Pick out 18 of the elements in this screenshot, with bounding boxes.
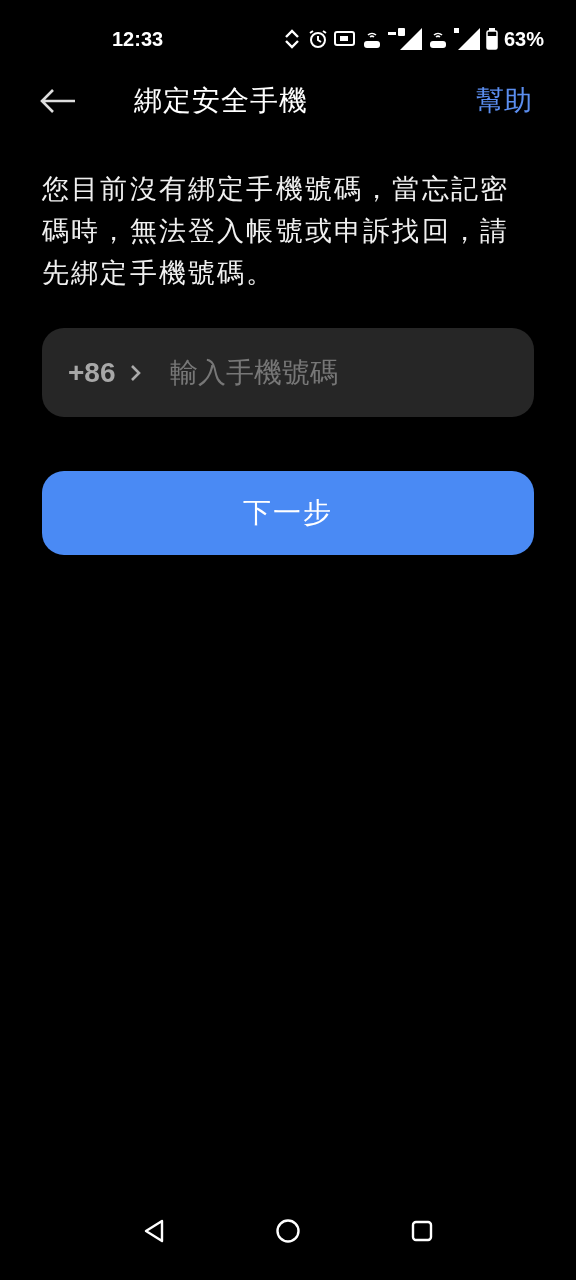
chevron-right-icon[interactable] <box>129 362 142 383</box>
back-arrow-icon <box>40 88 76 114</box>
page-title: 綁定安全手機 <box>134 83 309 119</box>
clock-time: 12:33 <box>112 27 164 51</box>
recents-nav-icon[interactable] <box>411 1220 433 1242</box>
back-nav-icon[interactable] <box>143 1219 165 1243</box>
next-button[interactable]: 下一步 <box>42 471 534 555</box>
country-code[interactable]: +86 <box>68 356 116 389</box>
alarm-icon <box>307 29 328 49</box>
signal-icon <box>453 28 480 50</box>
battery-icon <box>485 28 498 50</box>
back-button[interactable] <box>40 88 76 114</box>
help-link[interactable]: 幫助 <box>476 82 532 120</box>
phone-field[interactable]: +86 輸入手機號碼 <box>42 328 534 417</box>
signal-icon <box>387 28 422 50</box>
info-message: 您目前沒有綁定手機號碼，當忘記密碼時，無法登入帳號或申訴找回，請先綁定手機號碼。 <box>42 172 511 290</box>
home-nav-icon[interactable] <box>275 1218 301 1244</box>
battery-percent: 63% <box>503 27 544 51</box>
